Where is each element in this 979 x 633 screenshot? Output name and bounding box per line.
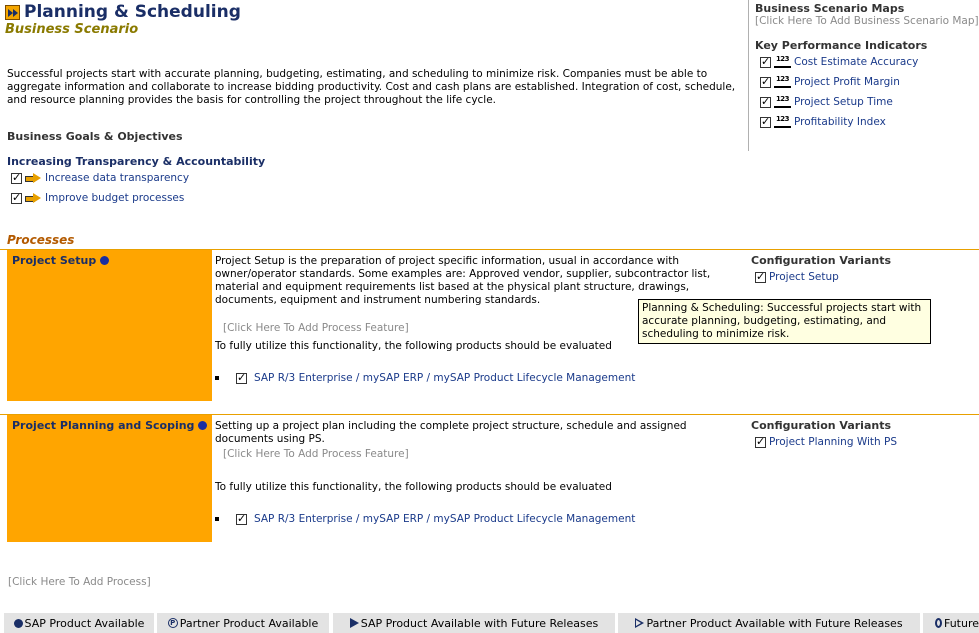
product-checkbox[interactable] [236, 371, 247, 384]
goal-link[interactable]: Improve budget processes [45, 192, 184, 204]
legend-label: Partner Product Available [179, 616, 319, 630]
kpi-icon: 123 [774, 76, 791, 88]
variant-item: Project Planning With PS [755, 435, 897, 448]
kpi-item: 123 Profitability Index [760, 115, 886, 128]
arrow-icon [25, 193, 42, 203]
page-title: Planning & Scheduling [5, 2, 241, 22]
config-variants-heading: Configuration Variants [751, 254, 892, 267]
goal-item: Increase data transparency [11, 171, 189, 184]
process-box: Project Planning and Scoping [7, 415, 212, 542]
variant-link[interactable]: Project Setup [769, 271, 839, 283]
goals-heading: Business Goals & Objectives [7, 130, 183, 143]
process-box: Project Setup [7, 250, 212, 401]
bullet-icon [215, 376, 219, 380]
product-item: SAP R/3 Enterprise / mySAP ERP / mySAP P… [215, 371, 635, 384]
product-checkbox[interactable] [236, 512, 247, 525]
bullet-icon [215, 517, 219, 521]
legend-label: Future [943, 616, 979, 630]
kpi-link[interactable]: Cost Estimate Accuracy [794, 56, 918, 68]
variant-checkbox[interactable] [755, 270, 766, 283]
legend-item: Future [923, 613, 979, 633]
goal-checkbox[interactable] [11, 171, 22, 184]
legend-label: Partner Product Available with Future Re… [646, 616, 903, 630]
kpi-icon: 123 [774, 116, 791, 128]
kpi-link[interactable]: Project Profit Margin [794, 76, 900, 88]
sap-available-icon [198, 421, 208, 430]
kpi-link[interactable]: Project Setup Time [794, 96, 893, 108]
add-process-link[interactable]: [Click Here To Add Process] [8, 576, 151, 588]
goal-checkbox[interactable] [11, 191, 22, 204]
goal-link[interactable]: Increase data transparency [45, 172, 189, 184]
process-title[interactable]: Project Setup [12, 254, 110, 267]
kpi-link[interactable]: Profitability Index [794, 116, 886, 128]
add-process-feature-link[interactable]: [Click Here To Add Process Feature] [223, 448, 409, 460]
config-variants-heading: Configuration Variants [751, 419, 892, 432]
process-description: Setting up a project plan including the … [215, 420, 687, 445]
process-title[interactable]: Project Planning and Scoping [12, 419, 208, 432]
processes-heading: Processes [7, 233, 75, 247]
variant-checkbox[interactable] [755, 435, 766, 448]
scenario-description: Successful projects start with accurate … [7, 68, 736, 106]
legend-item: SAP Product Available [4, 613, 154, 633]
add-map-link[interactable]: [Click Here To Add Business Scenario Map… [755, 15, 979, 27]
legend-item: P Partner Product Available [157, 613, 329, 633]
process-name[interactable]: Project Setup [12, 254, 96, 267]
add-process-feature-link[interactable]: [Click Here To Add Process Feature] [223, 322, 409, 334]
product-link[interactable]: SAP R/3 Enterprise / mySAP ERP / mySAP P… [254, 513, 635, 525]
partner-available-icon: P [167, 618, 178, 628]
legend-item: SAP Product Available with Future Releas… [333, 613, 615, 633]
variant-item: Project Setup [755, 270, 839, 283]
kpi-icon: 123 [774, 96, 791, 108]
kpi-checkbox[interactable] [760, 75, 771, 88]
kpi-item: 123 Project Profit Margin [760, 75, 900, 88]
kpi-heading: Key Performance Indicators [755, 39, 928, 52]
product-item: SAP R/3 Enterprise / mySAP ERP / mySAP P… [215, 512, 635, 525]
page-title-text: Planning & Scheduling [24, 2, 241, 22]
kpi-item: 123 Project Setup Time [760, 95, 893, 108]
panel-divider [748, 0, 749, 151]
arrow-icon [25, 173, 42, 183]
partner-future-icon [635, 618, 645, 628]
evaluate-text: To fully utilize this functionality, the… [215, 481, 612, 493]
variant-link[interactable]: Project Planning With PS [769, 436, 897, 448]
sap-available-icon [13, 618, 23, 628]
sap-available-icon [100, 256, 110, 265]
kpi-item: 123 Cost Estimate Accuracy [760, 55, 918, 68]
goal-item: Improve budget processes [11, 191, 184, 204]
product-link[interactable]: SAP R/3 Enterprise / mySAP ERP / mySAP P… [254, 372, 635, 384]
evaluate-text: To fully utilize this functionality, the… [215, 340, 612, 352]
process-name[interactable]: Project Planning and Scoping [12, 419, 194, 432]
legend-item: Partner Product Available with Future Re… [618, 613, 920, 633]
goal-group-title: Increasing Transparency & Accountability [7, 155, 266, 168]
maps-heading: Business Scenario Maps [755, 2, 905, 15]
scenario-icon [5, 4, 20, 20]
kpi-checkbox[interactable] [760, 95, 771, 108]
legend-label: SAP Product Available with Future Releas… [360, 616, 599, 630]
sap-future-icon [349, 618, 359, 628]
legend-label: SAP Product Available [24, 616, 145, 630]
page-subtitle: Business Scenario [5, 22, 139, 37]
tooltip: Planning & Scheduling: Successful projec… [638, 299, 931, 344]
future-icon [935, 618, 942, 628]
kpi-checkbox[interactable] [760, 115, 771, 128]
kpi-icon: 123 [774, 56, 791, 68]
kpi-checkbox[interactable] [760, 55, 771, 68]
